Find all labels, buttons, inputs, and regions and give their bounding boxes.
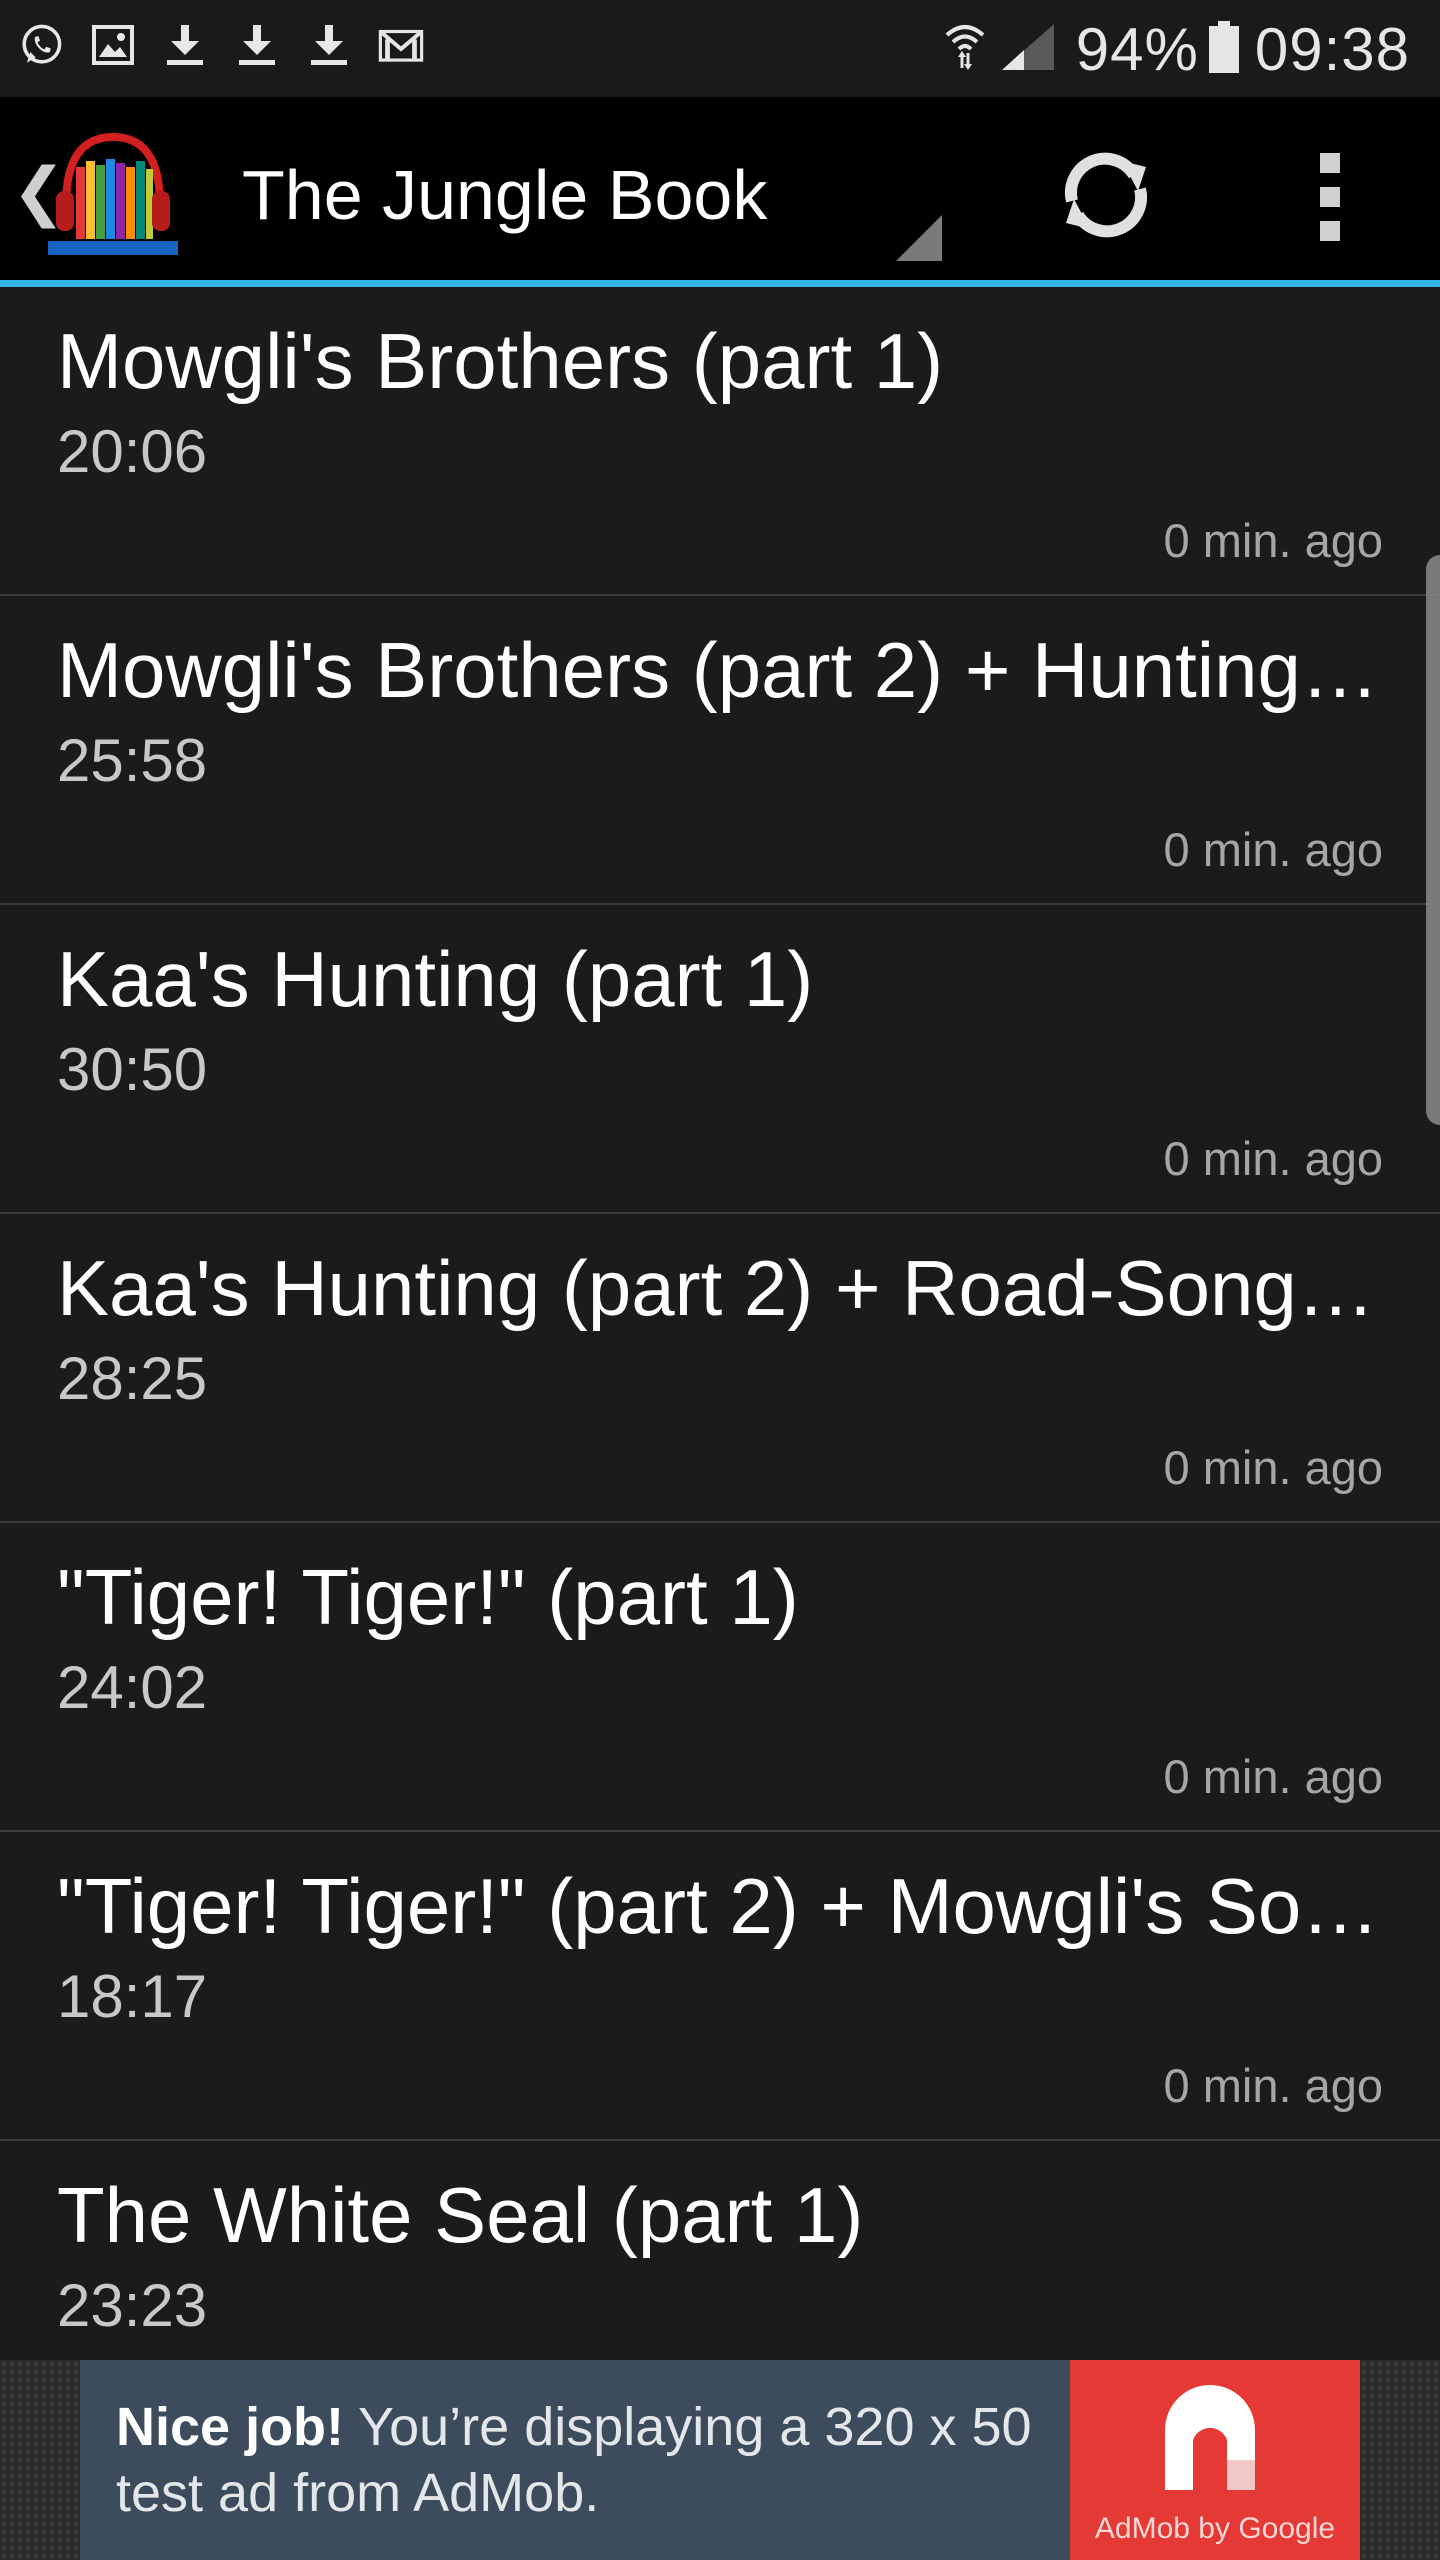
episode-title: Mowgli's Brothers (part 1) [57,317,944,405]
episode-duration: 25:58 [57,727,208,794]
ad-headline: Nice job! [116,2397,345,2457]
wifi-data-icon [944,21,986,78]
refresh-icon[interactable] [1056,145,1156,245]
battery-icon [1208,20,1239,78]
image-icon [90,20,136,70]
list-item[interactable]: The White Seal (part 1) 23:23 [0,2141,1440,2360]
clock: 09:38 [1254,15,1410,83]
action-bar-accent-line [0,280,1440,287]
episode-title: Mowgli's Brothers (part 2) + Hunting-Son… [57,626,1387,714]
episode-duration: 20:06 [57,418,208,485]
episode-duration: 24:02 [57,1654,208,1721]
episode-updated: 0 min. ago [1163,2059,1383,2112]
notification-icons [18,20,424,70]
ad-brand: AdMob by Google [1094,2512,1336,2545]
whatsapp-icon [18,20,64,70]
scrollbar-thumb[interactable] [1426,555,1440,1125]
ad-body-line2: test ad from AdMob. [116,2463,600,2523]
list-item[interactable]: "Tiger! Tiger!" (part 2) + Mowgli's Song… [0,1832,1440,2141]
episode-title: "Tiger! Tiger!" (part 1) [57,1553,799,1641]
status-bar: 94% 09:38 [0,0,1440,97]
download-icon [162,20,208,70]
episode-duration: 23:23 [57,2272,208,2339]
battery-percentage: 94% [1075,15,1199,83]
list-item[interactable]: Kaa's Hunting (part 2) + Road-Song of th… [0,1214,1440,1523]
episode-title: The White Seal (part 1) [57,2171,864,2259]
admob-logo-icon [1155,2380,1275,2505]
gmail-icon [378,20,424,70]
action-bar: ❮ The Jungle Book [0,97,1440,287]
episode-list[interactable]: Mowgli's Brothers (part 1) 20:06 0 min. … [0,287,1440,2360]
page-title[interactable]: The Jungle Book [242,155,767,235]
episode-updated: 0 min. ago [1163,823,1383,876]
overflow-menu-icon[interactable] [1310,147,1350,247]
episode-title: Kaa's Hunting (part 2) + Road-Song of th… [57,1244,1387,1332]
list-item[interactable]: Mowgli's Brothers (part 2) + Hunting-Son… [0,596,1440,905]
episode-updated: 0 min. ago [1163,1132,1383,1185]
episode-title: Kaa's Hunting (part 1) [57,935,814,1023]
episode-title: "Tiger! Tiger!" (part 2) + Mowgli's Song [57,1862,1387,1950]
episode-updated: 0 min. ago [1163,1441,1383,1494]
ad-text: Nice job! You’re displaying a 320 x 50 t… [80,2360,1070,2560]
episode-duration: 28:25 [57,1345,208,1412]
list-item[interactable]: Mowgli's Brothers (part 1) 20:06 0 min. … [0,287,1440,596]
episode-duration: 30:50 [57,1036,208,1103]
cell-signal-icon [1000,22,1056,77]
ad-body-line1: You’re displaying a 320 x 50 [344,2397,1032,2457]
app-logo[interactable] [46,127,180,257]
dropdown-indicator-icon[interactable] [896,215,944,268]
ad-container: Nice job! You’re displaying a 320 x 50 t… [0,2360,1440,2560]
download-icon [306,20,352,70]
list-item[interactable]: "Tiger! Tiger!" (part 1) 24:02 0 min. ag… [0,1523,1440,1832]
download-icon [234,20,280,70]
ad-banner[interactable]: Nice job! You’re displaying a 320 x 50 t… [80,2360,1360,2560]
system-status: 94% 09:38 [944,12,1410,86]
episode-duration: 18:17 [57,1963,208,2030]
episode-updated: 0 min. ago [1163,1750,1383,1803]
admob-logo-panel: AdMob by Google [1070,2360,1360,2560]
list-item[interactable]: Kaa's Hunting (part 1) 30:50 0 min. ago [0,905,1440,1214]
episode-updated: 0 min. ago [1163,514,1383,567]
